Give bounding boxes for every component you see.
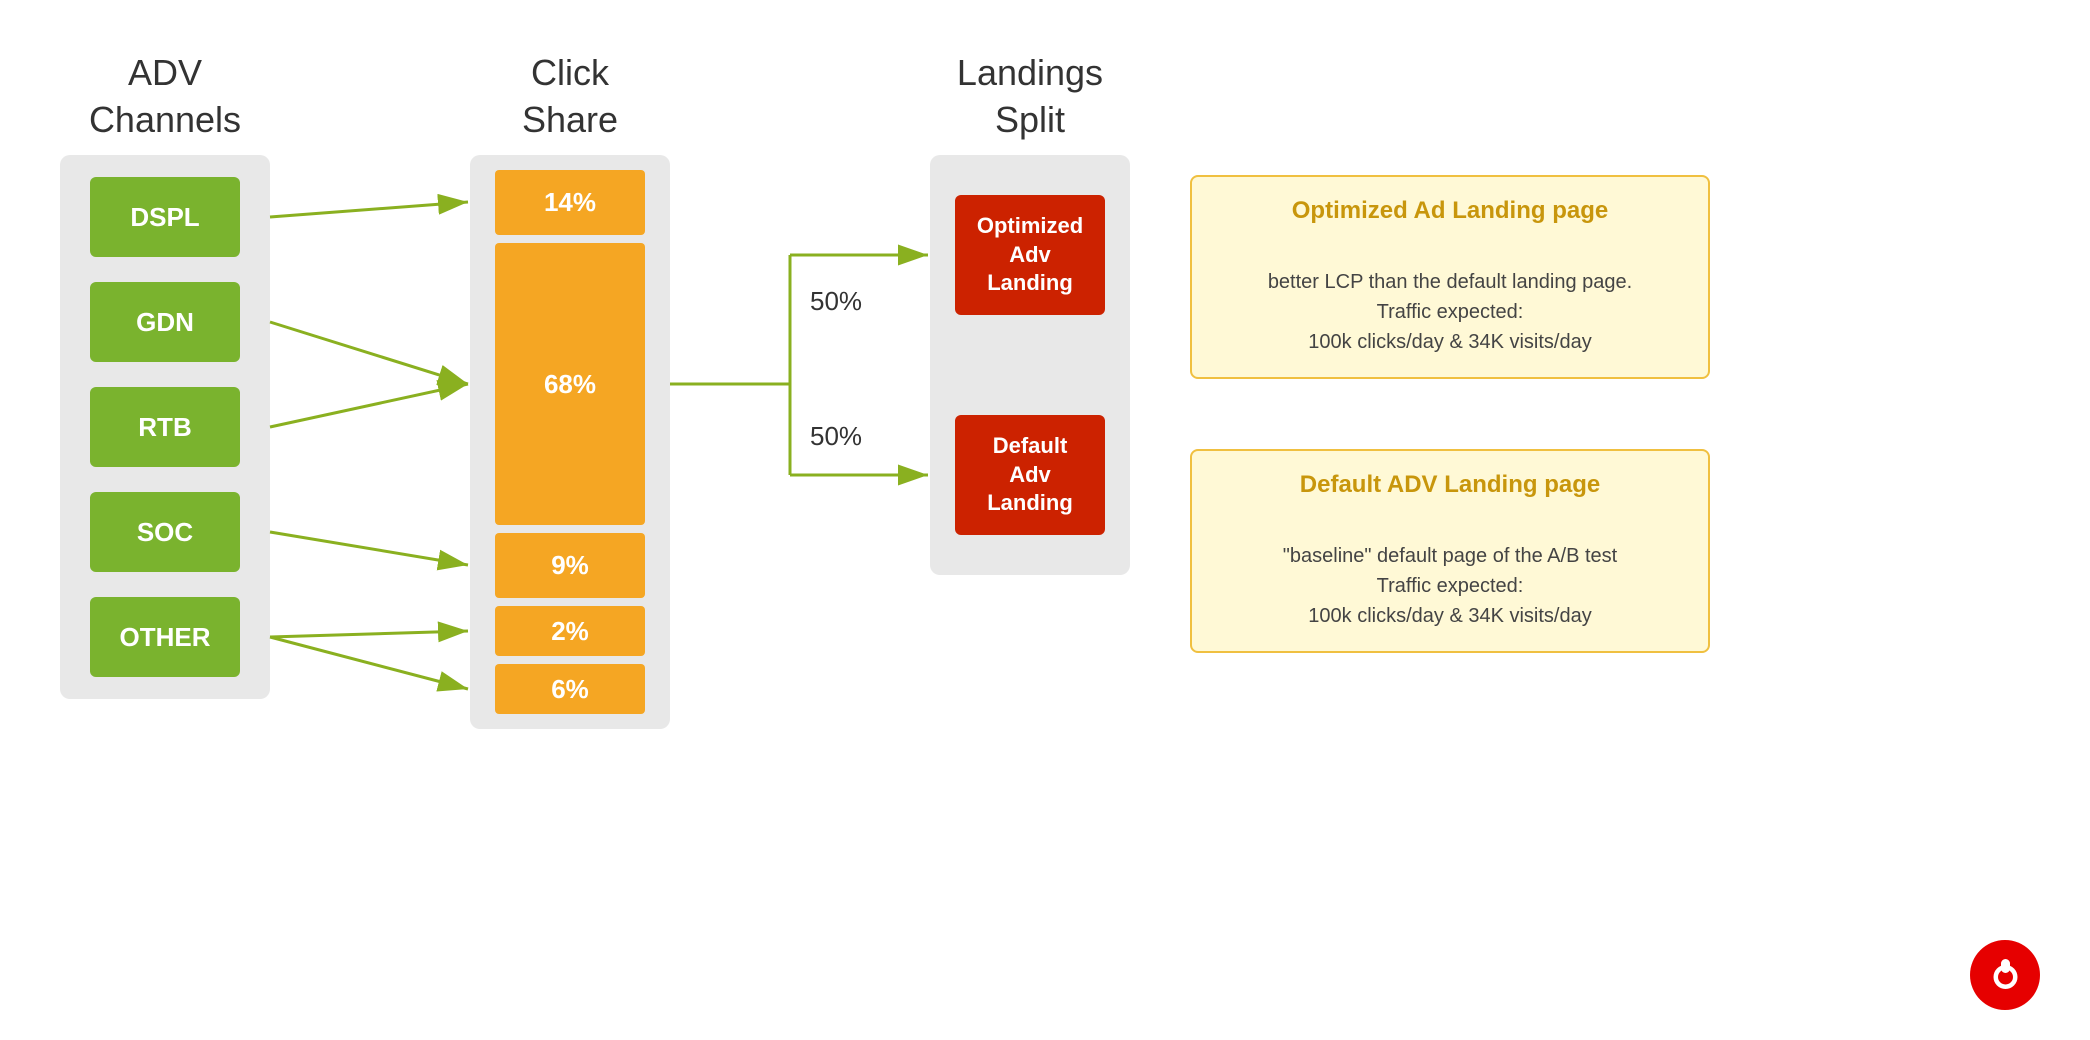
channel-other: OTHER — [90, 597, 240, 677]
click-bar-14: 14% — [495, 170, 645, 235]
landings-split-panel: Optimized Adv Landing Default Adv Landin… — [930, 155, 1130, 575]
info-card-default-title: Default ADV Landing page — [1217, 471, 1683, 499]
vodafone-icon — [1983, 953, 2028, 998]
vodafone-logo — [1970, 940, 2040, 1010]
info-cards-area: Optimized Ad Landing page better LCP tha… — [1130, 155, 2030, 653]
info-card-default: Default ADV Landing page "baseline" defa… — [1190, 449, 1710, 653]
click-bar-6: 6% — [495, 664, 645, 714]
adv-channels-panel: DSPL GDN RTB SOC OTHER — [60, 155, 270, 699]
click-bar-9: 9% — [495, 533, 645, 598]
channel-gdn: GDN — [90, 282, 240, 362]
info-card-optimized: Optimized Ad Landing page better LCP tha… — [1190, 175, 1710, 379]
click-bar-68: 68% — [495, 243, 645, 525]
channel-dspl: DSPL — [90, 177, 240, 257]
landings-split-header: Landings Split — [930, 40, 1130, 144]
click-share-header: Click Share — [470, 40, 670, 144]
info-card-default-body: "baseline" default page of the A/B test … — [1217, 511, 1683, 631]
click-bar-2: 2% — [495, 606, 645, 656]
info-card-optimized-title: Optimized Ad Landing page — [1217, 197, 1683, 225]
adv-channels-header: ADV Channels — [60, 40, 270, 144]
channel-rtb: RTB — [90, 387, 240, 467]
diagram-container: ADV Channels Click Share Landings Split … — [0, 0, 2090, 1040]
channel-soc: SOC — [90, 492, 240, 572]
info-card-optimized-body: better LCP than the default landing page… — [1217, 237, 1683, 357]
landing-default: Default Adv Landing — [955, 415, 1105, 535]
landing-optimized: Optimized Adv Landing — [955, 195, 1105, 315]
click-share-panel: 14% 68% 9% 2% 6% — [470, 155, 670, 729]
